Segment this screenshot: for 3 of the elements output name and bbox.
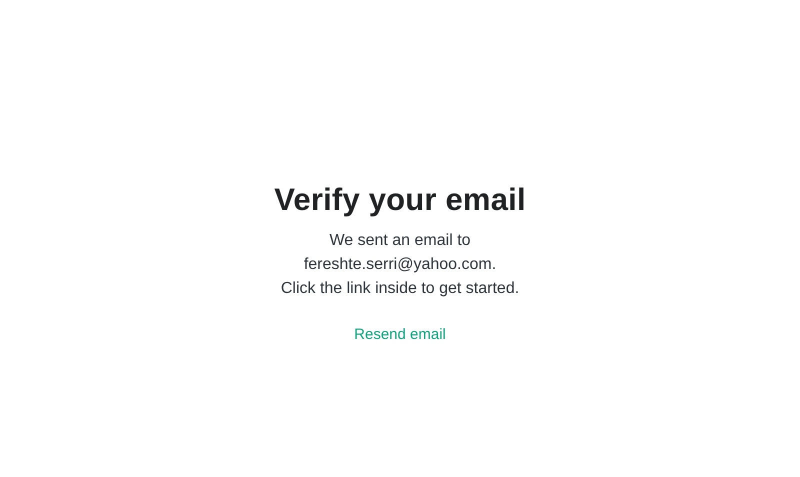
- page-title: Verify your email: [274, 181, 526, 219]
- resend-email-link[interactable]: Resend email: [354, 325, 446, 345]
- message-text: We sent an email to fereshte.serri@yahoo.com. Click the link inside to get started.: [280, 231, 520, 299]
